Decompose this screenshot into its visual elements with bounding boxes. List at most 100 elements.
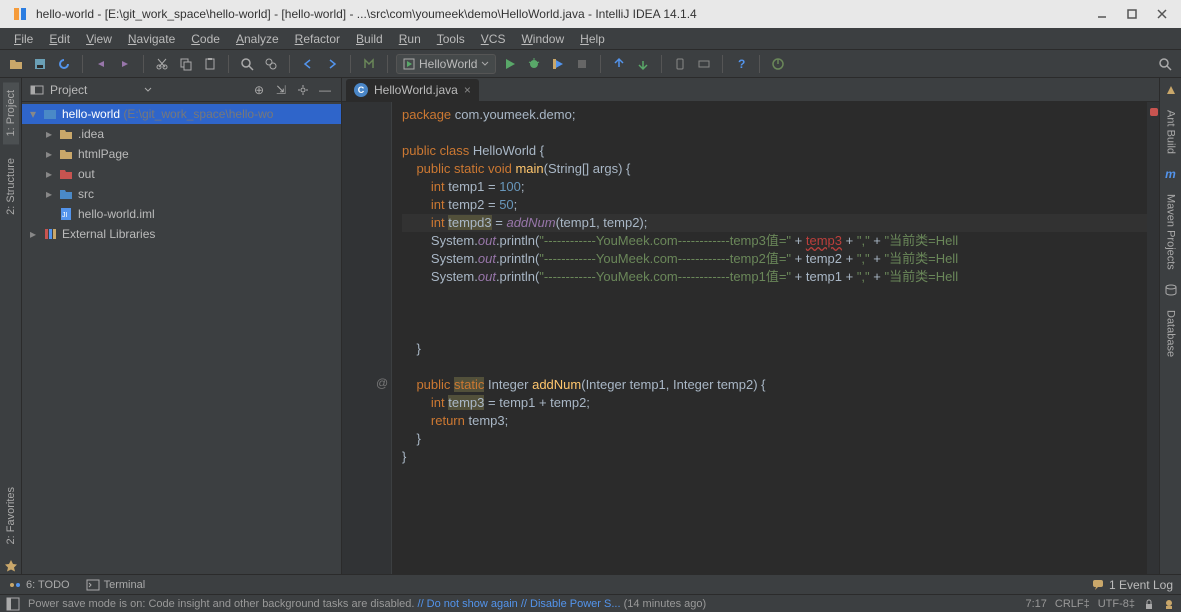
tree-root[interactable]: ▾ hello-world (E:\git_work_space\hello-w… — [22, 104, 341, 124]
editor-tab[interactable]: C HelloWorld.java × — [346, 79, 479, 101]
avd-button[interactable] — [670, 54, 690, 74]
menu-window[interactable]: Window — [513, 30, 572, 48]
tool-windows-icon[interactable] — [6, 597, 20, 611]
tool-tab-todo[interactable]: 6: TODO — [8, 578, 70, 592]
ant-icon[interactable] — [1163, 82, 1179, 98]
back-button[interactable] — [298, 54, 318, 74]
open-button[interactable] — [6, 54, 26, 74]
find-button[interactable] — [237, 54, 257, 74]
folder-icon — [58, 127, 74, 141]
power-save-icon[interactable] — [768, 54, 788, 74]
window-title: hello-world - [E:\git_work_space\hello-w… — [36, 7, 1087, 21]
menu-analyze[interactable]: Analyze — [228, 30, 287, 48]
cut-button[interactable] — [152, 54, 172, 74]
terminal-icon — [86, 578, 100, 592]
replace-button[interactable] — [261, 54, 281, 74]
file-encoding[interactable]: UTF-8‡ — [1098, 598, 1135, 610]
minimize-button[interactable] — [1087, 3, 1117, 25]
maximize-button[interactable] — [1117, 3, 1147, 25]
maven-icon[interactable]: m — [1163, 166, 1179, 182]
stop-button[interactable] — [572, 54, 592, 74]
project-view-icon — [30, 83, 44, 97]
menu-edit[interactable]: Edit — [41, 30, 78, 48]
menu-vcs[interactable]: VCS — [473, 30, 514, 48]
copy-button[interactable] — [176, 54, 196, 74]
database-icon[interactable] — [1163, 282, 1179, 298]
tree-root-name: hello-world — [62, 107, 120, 121]
menu-help[interactable]: Help — [572, 30, 613, 48]
menu-code[interactable]: Code — [183, 30, 228, 48]
caret-position[interactable]: 7:17 — [1025, 598, 1046, 610]
menubar: FileEditViewNavigateCodeAnalyzeRefactorB… — [0, 28, 1181, 50]
search-everywhere-button[interactable] — [1155, 54, 1175, 74]
menu-refactor[interactable]: Refactor — [287, 30, 348, 48]
vcs-update-button[interactable] — [609, 54, 629, 74]
forward-button[interactable] — [322, 54, 342, 74]
make-button[interactable] — [359, 54, 379, 74]
svg-text:?: ? — [738, 57, 745, 71]
collapse-all-button[interactable]: ⇲ — [273, 82, 289, 98]
menu-tools[interactable]: Tools — [429, 30, 473, 48]
status-link-dont-show[interactable]: // Do not show again — [418, 598, 518, 610]
tool-tab-database[interactable]: Database — [1163, 302, 1179, 365]
tree-item-out[interactable]: ▸out — [22, 164, 341, 184]
lock-icon[interactable] — [1143, 598, 1155, 610]
code-area[interactable]: package com.youmeek.demo; public class H… — [392, 102, 1147, 574]
tool-tab-favorites[interactable]: 2: Favorites — [3, 479, 19, 552]
iml-icon: JI — [58, 207, 74, 221]
tool-tab-maven[interactable]: Maven Projects — [1163, 186, 1179, 278]
hide-panel-button[interactable]: — — [317, 82, 333, 98]
tool-tab-terminal[interactable]: Terminal — [86, 578, 146, 592]
error-stripe[interactable] — [1147, 102, 1159, 574]
menu-navigate[interactable]: Navigate — [120, 30, 183, 48]
vcs-commit-button[interactable] — [633, 54, 653, 74]
status-link-disable[interactable]: // Disable Power S... — [521, 598, 621, 610]
tree-item--idea[interactable]: ▸.idea — [22, 124, 341, 144]
menu-file[interactable]: File — [6, 30, 41, 48]
save-button[interactable] — [30, 54, 50, 74]
folder-src-icon — [58, 187, 74, 201]
app-icon — [12, 6, 28, 22]
tool-tab-project[interactable]: 1: Project — [3, 82, 19, 144]
undo-button[interactable] — [91, 54, 111, 74]
tree-item-htmlPage[interactable]: ▸htmlPage — [22, 144, 341, 164]
scroll-from-source-button[interactable]: ⊕ — [251, 82, 267, 98]
statusbar: Power save mode is on: Code insight and … — [0, 594, 1181, 612]
close-tab-icon[interactable]: × — [464, 83, 471, 97]
project-tree[interactable]: ▾ hello-world (E:\git_work_space\hello-w… — [22, 102, 341, 574]
editor-body[interactable]: @ package com.youmeek.demo; public class… — [342, 102, 1159, 574]
tool-tab-structure[interactable]: 2: Structure — [3, 150, 19, 223]
tree-item-hello-world-iml[interactable]: JIhello-world.iml — [22, 204, 341, 224]
hector-icon[interactable] — [1163, 598, 1175, 610]
svg-text:JI: JI — [62, 212, 68, 219]
chevron-down-icon[interactable] — [144, 86, 152, 94]
status-message: Power save mode is on: Code insight and … — [28, 598, 1017, 610]
editor-gutter[interactable]: @ — [342, 102, 392, 574]
tree-external-libraries[interactable]: ▸ External Libraries — [22, 224, 341, 244]
editor-tabs: C HelloWorld.java × — [342, 78, 1159, 102]
menu-view[interactable]: View — [78, 30, 120, 48]
coverage-button[interactable] — [548, 54, 568, 74]
settings-gear-icon[interactable] — [295, 82, 311, 98]
line-separator[interactable]: CRLF‡ — [1055, 598, 1090, 610]
close-button[interactable] — [1147, 3, 1177, 25]
run-button[interactable] — [500, 54, 520, 74]
help-button[interactable]: ? — [731, 54, 751, 74]
sdk-button[interactable] — [694, 54, 714, 74]
run-configuration-selector[interactable]: HelloWorld — [396, 54, 496, 74]
main-toolbar: HelloWorld ? — [0, 50, 1181, 78]
error-marker[interactable] — [1150, 108, 1158, 116]
project-panel-title: Project — [50, 83, 138, 97]
tree-item-src[interactable]: ▸src — [22, 184, 341, 204]
event-log-label: 1 Event Log — [1109, 578, 1173, 592]
menu-build[interactable]: Build — [348, 30, 391, 48]
redo-button[interactable] — [115, 54, 135, 74]
debug-button[interactable] — [524, 54, 544, 74]
java-class-icon: C — [354, 83, 368, 97]
menu-run[interactable]: Run — [391, 30, 429, 48]
tool-tab-ant-build[interactable]: Ant Build — [1163, 102, 1179, 162]
event-log-button[interactable]: 1 Event Log — [1091, 578, 1173, 592]
sync-button[interactable] — [54, 54, 74, 74]
paste-button[interactable] — [200, 54, 220, 74]
bottom-tool-tabs: 6: TODO Terminal 1 Event Log — [0, 574, 1181, 594]
